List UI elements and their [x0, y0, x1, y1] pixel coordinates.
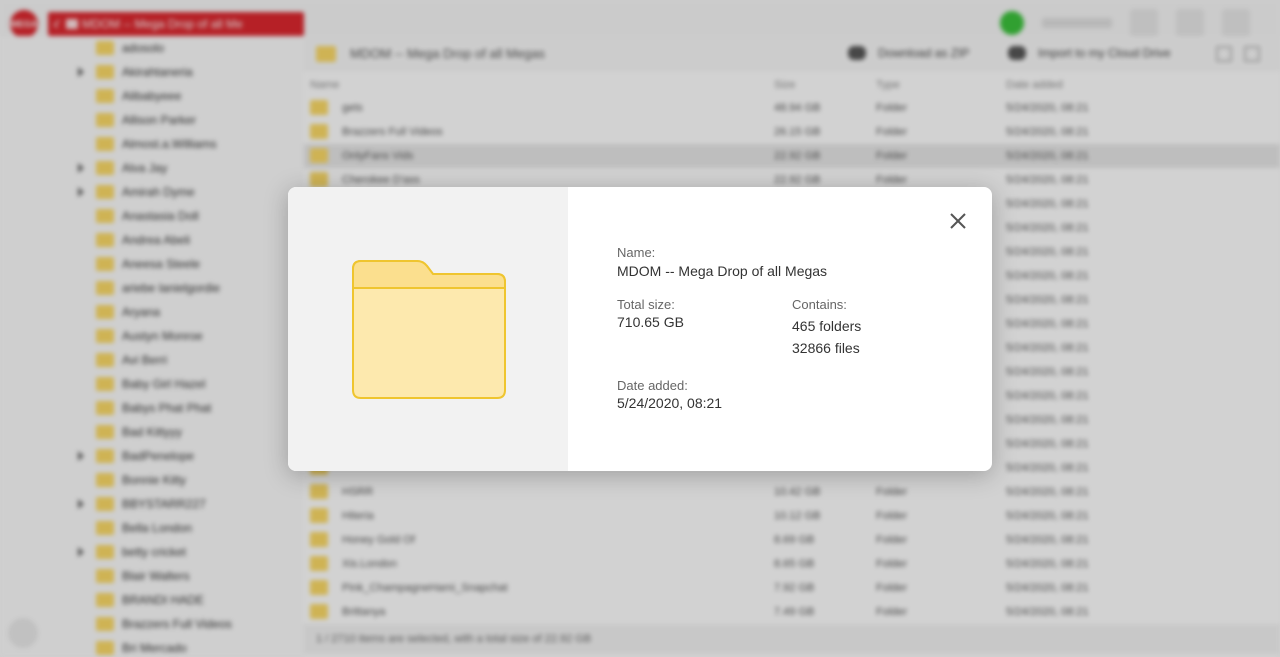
contains-label: Contains:: [792, 297, 847, 312]
dialog-preview-panel: [288, 187, 568, 471]
date-added-label: Date added:: [617, 378, 688, 393]
folders-count: 465 folders: [792, 318, 862, 334]
date-added-value: 5/24/2020, 08:21: [617, 395, 723, 411]
folder-icon: [352, 260, 506, 399]
close-icon[interactable]: [944, 207, 972, 235]
folder-tab: [352, 260, 506, 289]
name-value: MDOM -- Mega Drop of all Megas: [617, 263, 828, 279]
files-count: 32866 files: [792, 340, 860, 356]
name-label: Name:: [617, 245, 656, 260]
folder-properties-dialog: Name: MDOM -- Mega Drop of all Megas Tot…: [288, 187, 992, 471]
total-size-label: Total size:: [617, 297, 675, 312]
total-size-value: 710.65 GB: [617, 314, 684, 330]
